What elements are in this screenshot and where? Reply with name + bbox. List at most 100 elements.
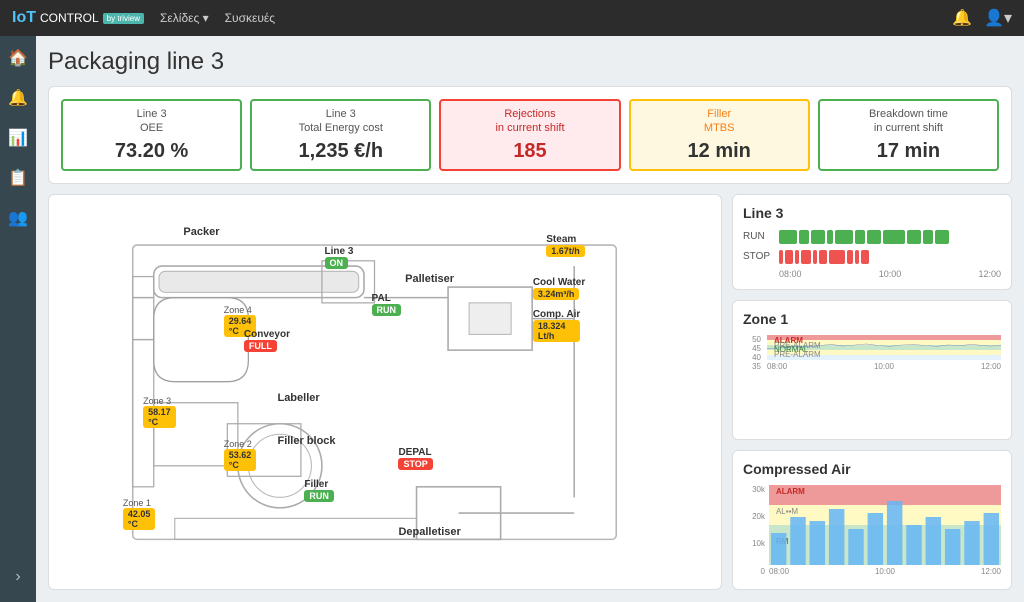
menu-pages[interactable]: Σελίδες ▾	[160, 11, 209, 25]
top-menu: Σελίδες ▾ Συσκευές	[160, 11, 275, 25]
kpi-value-energy: 1,235 €/h	[299, 140, 384, 163]
stop-label: STOP	[743, 251, 773, 262]
stop-bar	[819, 250, 827, 264]
stop-bar	[795, 250, 799, 264]
depal-label: DEPAL	[398, 447, 431, 458]
stop-bar	[785, 250, 793, 264]
ca-y-0: 0	[743, 567, 765, 576]
user-icon[interactable]: 👤▾	[984, 8, 1012, 28]
kpi-card-rejections: Rejectionsin current shift 185	[439, 99, 620, 171]
stop-row: STOP	[743, 249, 1001, 265]
ca-y-20k: 20k	[743, 512, 765, 521]
palletiser-label: Palletiser	[405, 273, 454, 285]
run-bar	[883, 230, 905, 244]
kpi-row: Line 3OEE 73.20 % Line 3Total Energy cos…	[48, 86, 1012, 184]
stop-bar	[813, 250, 817, 264]
zone2-area: Zone 2 53.62 °C	[224, 439, 252, 449]
filler-block-label: Filler block	[277, 435, 335, 447]
kpi-card-breakdown: Breakdown timein current shift 17 min	[818, 99, 999, 171]
pal-area: PAL RUN	[372, 293, 391, 304]
kpi-label-mtbs: FillerMTBS	[704, 107, 735, 136]
line3-chart-title: Line 3	[743, 205, 1001, 221]
ca-time-1200: 12:00	[981, 567, 1001, 576]
run-bar	[855, 230, 865, 244]
zone1-temp: 42.05 °C	[123, 508, 156, 530]
y-50: 50	[745, 335, 761, 344]
ca-y-10k: 10k	[743, 539, 765, 548]
stop-bar	[801, 250, 811, 264]
sidebar-item-notifications[interactable]: 🔔	[0, 84, 36, 112]
kpi-card-oee: Line 3OEE 73.20 %	[61, 99, 242, 171]
comp-air-bands-area: ALARM AL▪▪M RM	[769, 485, 1001, 576]
bell-icon[interactable]: 🔔	[952, 8, 972, 28]
factory-svg	[57, 203, 713, 581]
z1-time-1000: 10:00	[874, 362, 894, 371]
zone3-temp: 58.17 °C	[143, 406, 176, 428]
main-layout: 🏠 🔔 📊 📋 👥 › Packaging line 3 Line 3OEE 7…	[0, 36, 1024, 602]
time-label-1000: 10:00	[879, 269, 902, 279]
steam-area: Steam 1.67t/h	[546, 234, 576, 245]
z1-time-1200: 12:00	[981, 362, 1001, 371]
bottom-row: Packer Palletiser Labeller Filler block …	[48, 194, 1012, 590]
kpi-label-rejections: Rejectionsin current shift	[495, 107, 564, 136]
sidebar-item-charts[interactable]: 📊	[0, 124, 36, 152]
filler-area: Filler RUN	[304, 479, 328, 490]
steam-value: 1.67t/h	[546, 245, 585, 257]
filler-label: Filler	[304, 479, 328, 490]
sidebar: 🏠 🔔 📊 📋 👥 ›	[0, 36, 36, 602]
kpi-value-mtbs: 12 min	[688, 140, 751, 163]
zone1-label: Zone 1	[123, 498, 151, 508]
run-bar	[827, 230, 833, 244]
z1-time-0800: 08:00	[767, 362, 787, 371]
zone1-y-axis: 50 45 40 35	[743, 335, 763, 371]
kpi-label-oee: Line 3OEE	[137, 107, 167, 136]
zone1-bands-area: ALARM PRE-ALARM NORMAL PRE-ALARM 08:	[767, 335, 1001, 371]
pal-label: PAL	[372, 293, 391, 304]
comp-air-chart-title: Compressed Air	[743, 461, 1001, 477]
conveyor-full-badge: FULL	[244, 340, 277, 352]
y-40: 40	[745, 353, 761, 362]
zone1-chart-card: Zone 1 50 45 40 35	[732, 300, 1012, 440]
stop-bar	[855, 250, 859, 264]
labeller-label: Labeller	[277, 392, 319, 404]
conveyor-area: Conveyor FULL	[244, 329, 290, 340]
comp-air-band-container: ALARM AL▪▪M RM	[769, 485, 1001, 565]
y-45: 45	[745, 344, 761, 353]
line3-on-badge: ON	[325, 257, 349, 269]
zone2-temp: 53.62 °C	[224, 449, 257, 471]
depal-area: DEPAL STOP	[398, 447, 431, 458]
pal-run-badge: RUN	[372, 304, 402, 316]
kpi-label-energy: Line 3Total Energy cost	[299, 107, 383, 136]
filler-run-badge: RUN	[304, 490, 334, 502]
factory-diagram: Packer Palletiser Labeller Filler block …	[48, 194, 722, 590]
conveyor-label: Conveyor	[244, 329, 290, 340]
kpi-label-breakdown: Breakdown timein current shift	[869, 107, 948, 136]
ca-time-1000: 10:00	[875, 567, 895, 576]
run-bar	[907, 230, 921, 244]
zone4-label: Zone 4	[224, 305, 252, 315]
run-bar	[835, 230, 853, 244]
kpi-value-rejections: 185	[513, 140, 546, 163]
steam-label: Steam	[546, 234, 576, 245]
zone1-line-svg	[767, 335, 1001, 360]
logo-badge: by triview	[103, 13, 144, 24]
packer-label: Packer	[183, 226, 219, 238]
stop-bars	[779, 249, 1001, 265]
run-stop-chart: RUN	[743, 229, 1001, 279]
ca-time-0800: 08:00	[769, 567, 789, 576]
right-panel: Line 3 RUN	[732, 194, 1012, 590]
sidebar-item-home[interactable]: 🏠	[0, 44, 36, 72]
comp-air-factory-area: Comp. Air 18.324 Lt/h	[533, 309, 580, 320]
depal-stop-badge: STOP	[398, 458, 432, 470]
stop-bar	[861, 250, 869, 264]
sidebar-item-expand[interactable]: ›	[0, 564, 36, 602]
sidebar-item-users[interactable]: 👥	[0, 204, 36, 232]
kpi-value-oee: 73.20 %	[115, 140, 188, 163]
menu-devices[interactable]: Συσκευές	[225, 11, 275, 25]
run-bar	[935, 230, 949, 244]
zone2-label: Zone 2	[224, 439, 252, 449]
y-35: 35	[745, 362, 761, 371]
sidebar-item-reports[interactable]: 📋	[0, 164, 36, 192]
line3-area: Line 3 ON	[325, 246, 354, 257]
stop-bar	[779, 250, 783, 264]
